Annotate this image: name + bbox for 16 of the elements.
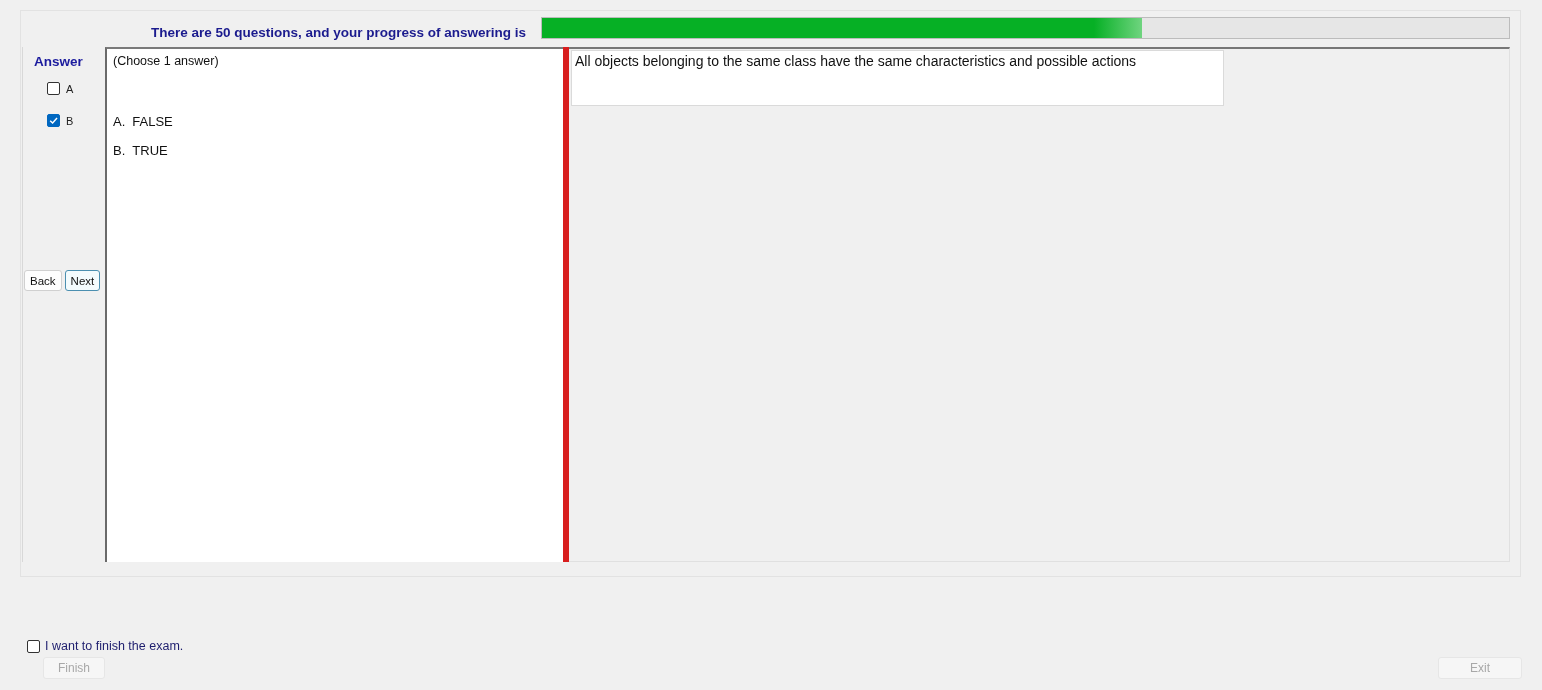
option-text: FALSE [132, 114, 173, 129]
option-text: TRUE [132, 143, 168, 158]
finish-checkbox-label: I want to finish the exam. [45, 639, 184, 653]
instruction-text: (Choose 1 answer) [113, 54, 219, 68]
question-text: All objects belonging to the same class have the same characteristics and possible actions [575, 53, 1137, 69]
answer-label: Answer [34, 54, 83, 69]
progress-caption: There are 50 questions, and your progress of answering is [150, 24, 526, 40]
option-letter: B. [113, 143, 126, 158]
answer-checkbox[interactable] [47, 114, 60, 127]
option-letter: A. [113, 114, 126, 129]
finish-checkbox[interactable] [27, 639, 40, 653]
checkbox-label: A [66, 82, 74, 95]
next-button[interactable]: Next [64, 270, 101, 291]
checkbox-label: B [66, 114, 74, 127]
answer-checkbox[interactable] [47, 82, 60, 95]
back-button[interactable]: Back [24, 270, 62, 291]
